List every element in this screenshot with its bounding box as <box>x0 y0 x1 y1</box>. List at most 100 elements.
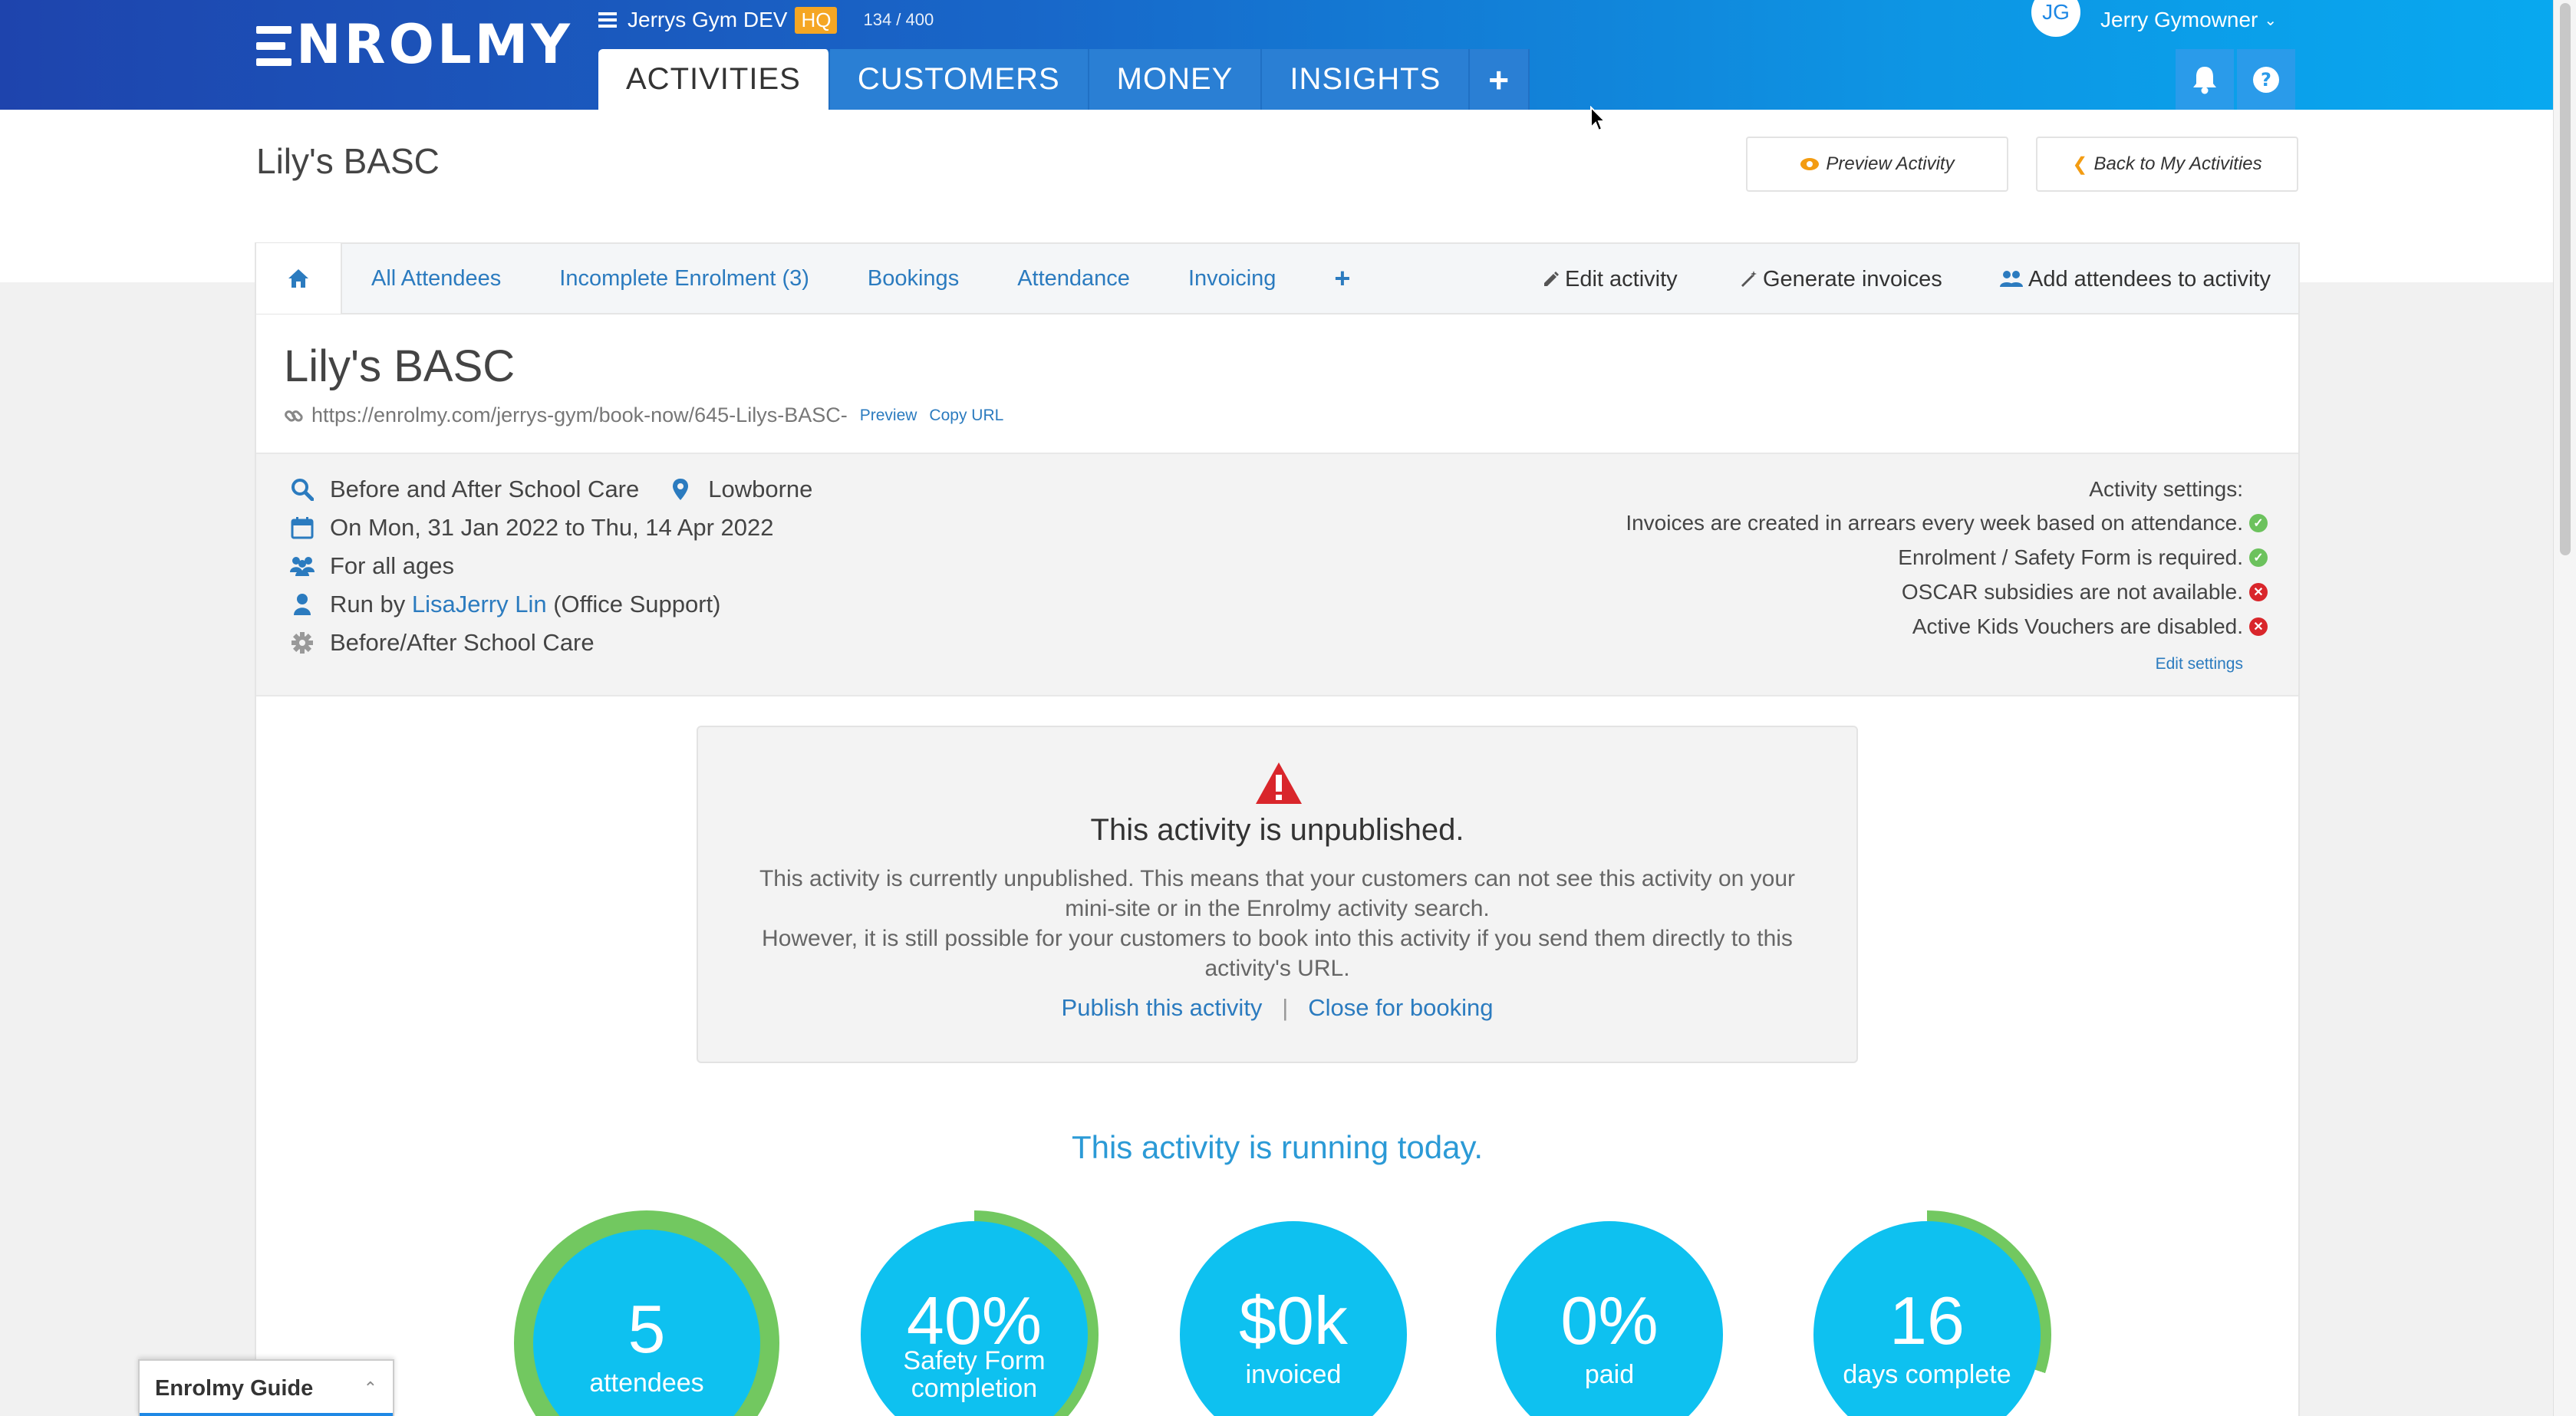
stat-days-complete[interactable]: 16 days complete <box>1803 1210 2051 1416</box>
logo-e-glyph <box>256 26 292 66</box>
unpublished-warning: This activity is unpublished. This activ… <box>697 726 1858 1063</box>
org-name[interactable]: Jerrys Gym DEV <box>628 8 787 32</box>
setting-enrolment-form: Enrolment / Safety Form is required. ✓ <box>1898 545 2268 570</box>
activity-card: All Attendees Incomplete Enrolment (3) B… <box>255 242 2300 1416</box>
stat-value: 0% <box>1560 1283 1659 1358</box>
tab-incomplete-enrolment[interactable]: Incomplete Enrolment (3) <box>530 266 838 291</box>
publish-activity-link[interactable]: Publish this activity <box>1062 994 1263 1021</box>
copy-url-link[interactable]: Copy URL <box>929 407 1003 425</box>
guide-label: Enrolmy Guide <box>155 1375 314 1401</box>
edit-activity-button[interactable]: Edit activity <box>1542 244 1678 314</box>
tab-money[interactable]: MONEY <box>1089 49 1263 110</box>
close-for-booking-link[interactable]: Close for booking <box>1308 994 1493 1021</box>
user-name[interactable]: Jerry Gymowner <box>2100 8 2258 32</box>
stat-label: paid <box>1584 1360 1635 1389</box>
bell-icon <box>2193 66 2216 94</box>
tab-bookings[interactable]: Bookings <box>838 266 988 291</box>
hamburger-menu-icon[interactable] <box>598 12 617 28</box>
hq-badge: HQ <box>795 6 838 34</box>
add-tab-button[interactable]: + <box>1470 49 1530 110</box>
users-icon <box>2000 271 2023 287</box>
tab-attendance[interactable]: Attendance <box>988 266 1159 291</box>
page-title: Lily's BASC <box>256 141 440 181</box>
stat-label: Safety Form completion <box>903 1346 1046 1403</box>
stat-label: invoiced <box>1245 1360 1342 1389</box>
stat-value: $0k <box>1239 1283 1348 1358</box>
scrollbar-thumb[interactable] <box>2560 3 2571 555</box>
edit-settings-link[interactable]: Edit settings <box>2156 655 2243 673</box>
stat-value: 5 <box>628 1291 666 1367</box>
stat-attendees[interactable]: 5 attendees <box>514 1210 779 1416</box>
x-circle-icon: ✕ <box>2249 617 2268 636</box>
enrolmy-logo[interactable]: NROLMY <box>256 14 573 75</box>
run-by-link[interactable]: LisaJerry Lin <box>412 591 547 618</box>
ages-row: For all ages <box>288 552 454 580</box>
tab-all-attendees[interactable]: All Attendees <box>342 266 530 291</box>
stat-paid[interactable]: 0% paid <box>1485 1210 1734 1416</box>
tab-invoicing[interactable]: Invoicing <box>1159 266 1305 291</box>
run-by-row: Run by LisaJerry Lin (Office Support) <box>288 591 720 618</box>
enrolmy-guide-widget[interactable]: Enrolmy Guide ⌃ <box>138 1359 394 1416</box>
tab-home[interactable] <box>256 243 342 314</box>
notifications-button[interactable] <box>2176 49 2234 110</box>
avatar[interactable]: JG <box>2031 0 2080 37</box>
top-bar: NROLMY Jerrys Gym DEV HQ 134 / 400 ACTIV… <box>0 0 2576 110</box>
chevron-up-icon[interactable]: ⌃ <box>364 1378 377 1398</box>
stat-invoiced[interactable]: $0k invoiced <box>1169 1210 1418 1416</box>
chevron-left-icon: ❮ <box>2072 153 2088 175</box>
page-scrollbar[interactable] <box>2553 0 2576 1416</box>
user-menu[interactable]: JG Jerry Gymowner ⌄ <box>2031 0 2277 40</box>
mouse-cursor-icon <box>1590 106 1607 132</box>
running-today-text: This activity is running today. <box>1071 1129 1484 1165</box>
search-icon <box>288 476 316 503</box>
settings-heading: Activity settings: <box>2089 477 2243 501</box>
check-circle-icon: ✓ <box>2249 548 2268 567</box>
magic-wand-icon <box>1741 271 1757 287</box>
generate-invoices-button[interactable]: Generate invoices <box>1740 244 1942 314</box>
add-subtab-button[interactable]: + <box>1305 262 1379 295</box>
warning-text: This activity is currently unpublished. … <box>759 866 1796 981</box>
tab-insights[interactable]: INSIGHTS <box>1262 49 1471 110</box>
eye-icon <box>1800 158 1820 170</box>
map-marker-icon <box>667 476 694 503</box>
stat-label: days complete <box>1843 1360 2011 1389</box>
setting-invoices: Invoices are created in arrears every we… <box>1626 511 2268 535</box>
help-icon: ? <box>2253 66 2279 93</box>
dates-row: On Mon, 31 Jan 2022 to Thu, 14 Apr 2022 <box>288 514 774 542</box>
help-button[interactable]: ? <box>2237 49 2295 110</box>
warning-links: Publish this activity | Close for bookin… <box>1061 994 1494 1021</box>
svg-text:?: ? <box>2261 69 2271 91</box>
check-circle-icon: ✓ <box>2249 514 2268 532</box>
activity-title: Lily's BASC <box>284 341 516 391</box>
user-icon <box>288 591 316 618</box>
type-row: Before/After School Care <box>288 629 595 657</box>
setting-active-kids: Active Kids Vouchers are disabled. ✕ <box>1912 614 2268 639</box>
add-attendees-button[interactable]: Add attendees to activity <box>1999 244 2271 314</box>
pencil-icon <box>1544 272 1559 286</box>
activity-url-row: https://enrolmy.com/jerrys-gym/book-now/… <box>284 403 1003 427</box>
warning-title: This activity is unpublished. <box>1090 813 1464 847</box>
group-icon <box>288 552 316 580</box>
activity-url[interactable]: https://enrolmy.com/jerrys-gym/book-now/… <box>311 403 848 427</box>
setting-oscar: OSCAR subsidies are not available. ✕ <box>1902 580 2268 604</box>
activity-info-panel: Before and After School Care Lowborne On… <box>256 453 2298 696</box>
chevron-down-icon[interactable]: ⌄ <box>2264 11 2277 30</box>
activity-subnav: All Attendees Incomplete Enrolment (3) B… <box>256 243 2298 314</box>
tab-customers[interactable]: CUSTOMERS <box>829 49 1089 110</box>
warning-icon <box>1256 762 1302 804</box>
stat-safety-form[interactable]: 40% Safety Form completion <box>850 1210 1099 1416</box>
calendar-icon <box>288 514 316 542</box>
link-icon <box>285 410 303 422</box>
stat-label: attendees <box>589 1368 704 1398</box>
preview-link[interactable]: Preview <box>860 407 917 425</box>
gear-icon <box>288 629 316 657</box>
main-nav: ACTIVITIES CUSTOMERS MONEY INSIGHTS + <box>598 49 1530 110</box>
preview-activity-button[interactable]: Preview Activity <box>1746 137 2008 192</box>
home-icon <box>288 269 308 288</box>
usage-count: 134 / 400 <box>863 10 934 29</box>
back-to-activities-button[interactable]: ❮ Back to My Activities <box>2036 137 2298 192</box>
tab-activities[interactable]: ACTIVITIES <box>598 49 830 110</box>
org-switcher[interactable]: Jerrys Gym DEV HQ 134 / 400 <box>598 5 934 35</box>
x-circle-icon: ✕ <box>2249 583 2268 601</box>
category-row: Before and After School Care Lowborne <box>288 476 812 503</box>
